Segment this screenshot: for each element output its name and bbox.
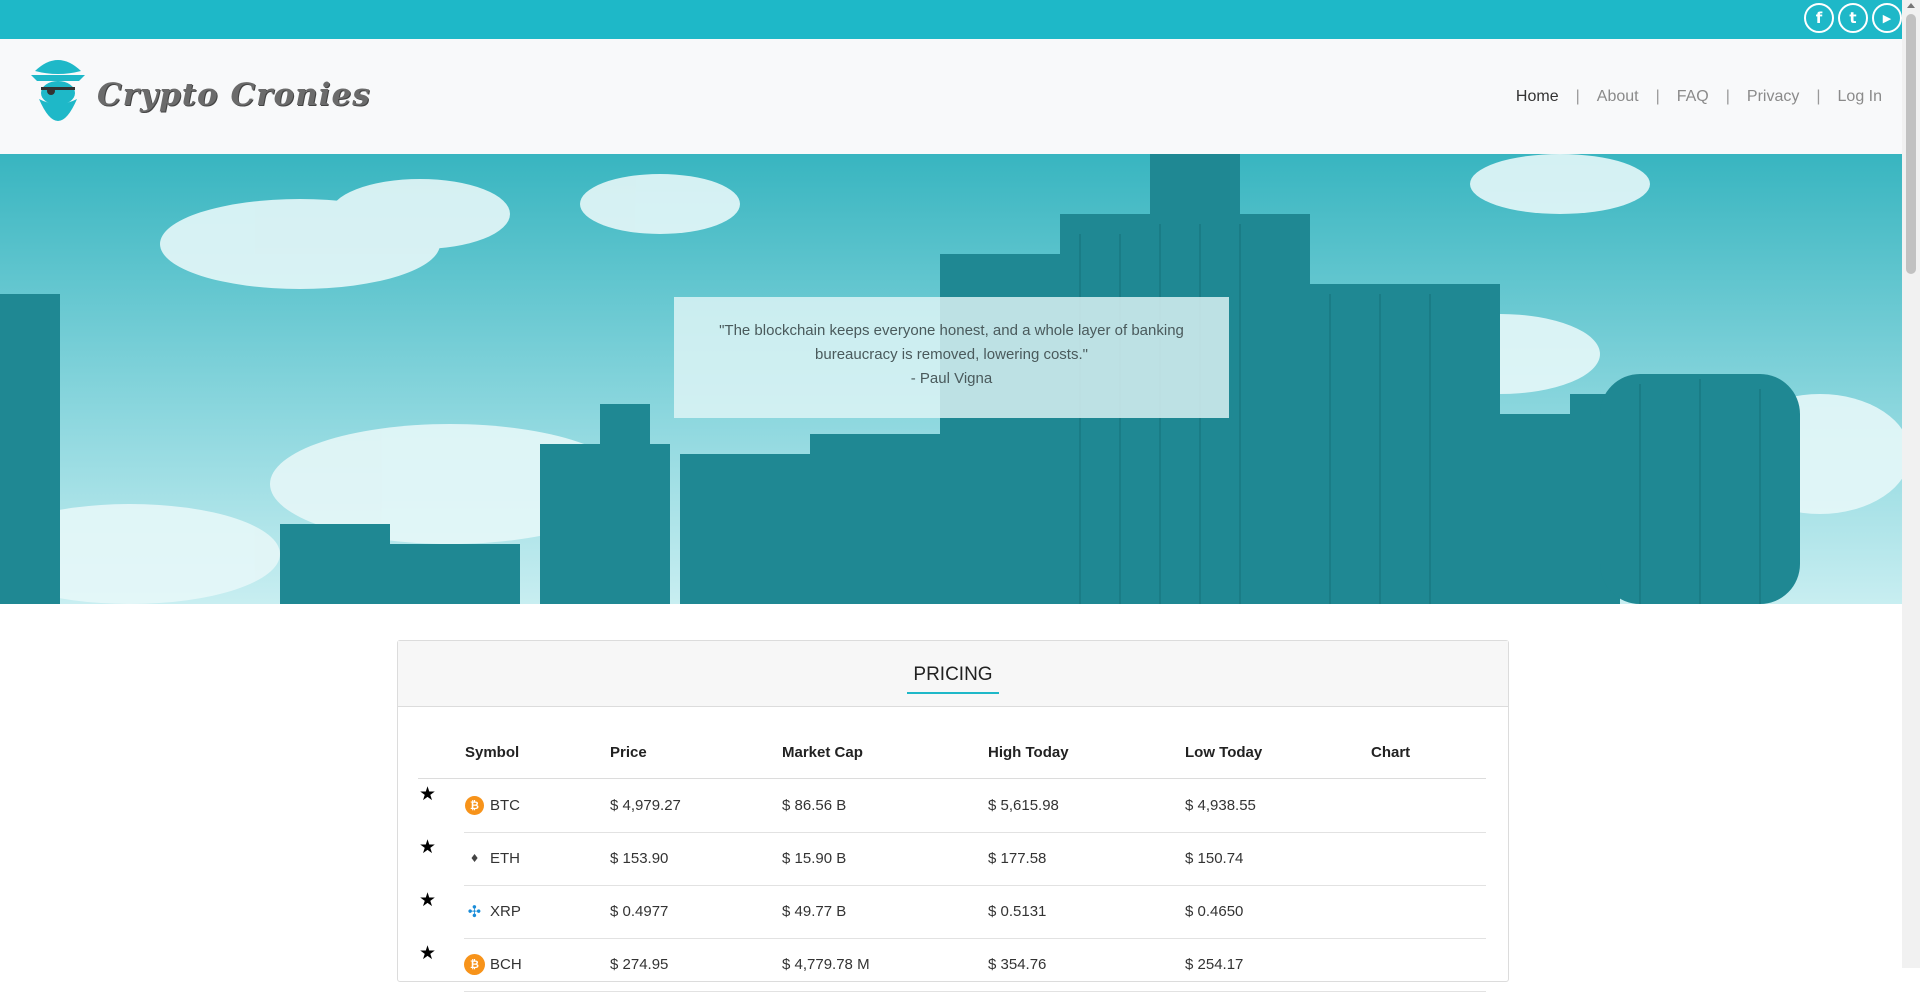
favorite-column-header bbox=[418, 726, 464, 779]
low-today-cell: $ 254.17 bbox=[1184, 938, 1370, 992]
quote-text-line1: "The blockchain keeps everyone honest, a… bbox=[719, 322, 1184, 339]
market-cap-cell: $ 15.90 B bbox=[781, 832, 987, 886]
low-today-cell: $ 150.74 bbox=[1184, 832, 1370, 886]
chart-cell bbox=[1370, 885, 1486, 939]
youtube-icon[interactable]: ▶ bbox=[1872, 3, 1902, 33]
nav-separator: | bbox=[1816, 88, 1821, 105]
quote-box: "The blockchain keeps everyone honest, a… bbox=[674, 297, 1229, 418]
column-header-chart: Chart bbox=[1370, 726, 1486, 779]
table-row[interactable]: ★ ✣ XRP $ 0.4977 $ 49.77 B $ 0.5131 $ 0.4… bbox=[418, 885, 1486, 939]
site-logo[interactable]: Crypto Cronies bbox=[29, 53, 371, 137]
table-row[interactable]: ★ ₿ BCH $ 274.95 $ 4,779.78 M $ 354.76 $ … bbox=[418, 938, 1486, 992]
high-today-cell: $ 177.58 bbox=[987, 832, 1184, 886]
site-header: Crypto Cronies Home | About | FAQ | Priv… bbox=[0, 39, 1902, 154]
favorite-star-icon[interactable]: ★ bbox=[419, 837, 436, 858]
high-today-cell: $ 5,615.98 bbox=[987, 778, 1184, 833]
nav-faq[interactable]: FAQ bbox=[1677, 88, 1709, 106]
nav-home[interactable]: Home bbox=[1516, 88, 1559, 106]
main-nav: Home | About | FAQ | Privacy | Log In bbox=[1516, 88, 1882, 106]
pricing-table: Symbol Price Market Cap High Today Low T… bbox=[418, 726, 1486, 992]
market-cap-cell: $ 86.56 B bbox=[781, 778, 987, 833]
hero-banner: "The blockchain keeps everyone honest, a… bbox=[0, 154, 1902, 604]
top-bar: f t ▶ bbox=[0, 0, 1902, 39]
bitcoin-icon: ₿ bbox=[465, 795, 484, 815]
column-header-low-today[interactable]: Low Today bbox=[1184, 726, 1370, 779]
market-cap-cell: $ 4,779.78 M bbox=[781, 938, 987, 992]
nav-separator: | bbox=[1655, 88, 1660, 105]
price-cell: $ 274.95 bbox=[609, 938, 781, 992]
twitter-icon[interactable]: t bbox=[1838, 3, 1868, 33]
brand-name: Crypto Cronies bbox=[97, 77, 371, 113]
favorite-star-icon[interactable]: ★ bbox=[419, 890, 436, 911]
coin-symbol: BCH bbox=[490, 956, 522, 973]
chart-cell bbox=[1370, 778, 1486, 833]
pricing-panel: PRICING Symbol Price Market Cap High Tod… bbox=[397, 640, 1509, 992]
low-today-cell: $ 4,938.55 bbox=[1184, 778, 1370, 833]
nav-separator: | bbox=[1725, 88, 1730, 105]
nav-privacy[interactable]: Privacy bbox=[1747, 88, 1799, 106]
price-cell: $ 4,979.27 bbox=[609, 778, 781, 833]
nav-about[interactable]: About bbox=[1597, 88, 1639, 106]
quote-text-line2: bureaucracy is removed, lowering costs." bbox=[815, 346, 1088, 363]
market-cap-cell: $ 49.77 B bbox=[781, 885, 987, 939]
price-cell: $ 153.90 bbox=[609, 832, 781, 886]
nav-separator: | bbox=[1575, 88, 1580, 105]
scroll-up-arrow-icon[interactable] bbox=[1907, 3, 1915, 8]
pirate-logo-icon bbox=[31, 60, 85, 121]
coin-symbol: XRP bbox=[490, 903, 521, 920]
ethereum-icon: ♦ bbox=[469, 852, 480, 865]
column-header-price[interactable]: Price bbox=[609, 726, 781, 779]
column-header-market-cap[interactable]: Market Cap bbox=[781, 726, 987, 779]
table-header-row: Symbol Price Market Cap High Today Low T… bbox=[418, 726, 1486, 779]
favorite-star-icon[interactable]: ★ bbox=[419, 943, 436, 964]
chart-cell bbox=[1370, 832, 1486, 886]
scroll-thumb[interactable] bbox=[1906, 14, 1916, 274]
table-row[interactable]: ★ ♦ ETH $ 153.90 $ 15.90 B $ 177.58 $ 150… bbox=[418, 832, 1486, 886]
coin-symbol: ETH bbox=[490, 850, 520, 867]
facebook-icon[interactable]: f bbox=[1804, 3, 1834, 33]
pricing-title: PRICING bbox=[907, 664, 999, 694]
page-scrollbar[interactable] bbox=[1902, 0, 1920, 968]
favorite-star-icon[interactable]: ★ bbox=[419, 784, 436, 805]
quote-author: - Paul Vigna bbox=[910, 370, 993, 387]
social-links: f t ▶ bbox=[1804, 3, 1902, 33]
high-today-cell: $ 0.5131 bbox=[987, 885, 1184, 939]
chart-cell bbox=[1370, 938, 1486, 992]
bitcoin-cash-icon: ₿ bbox=[465, 955, 484, 974]
pricing-header: PRICING bbox=[398, 641, 1508, 707]
table-row[interactable]: ★ ₿ BTC $ 4,979.27 $ 86.56 B $ 5,615.98 $… bbox=[418, 778, 1486, 833]
nav-login[interactable]: Log In bbox=[1838, 88, 1882, 106]
high-today-cell: $ 354.76 bbox=[987, 938, 1184, 992]
column-header-high-today[interactable]: High Today bbox=[987, 726, 1184, 779]
low-today-cell: $ 0.4650 bbox=[1184, 885, 1370, 939]
price-cell: $ 0.4977 bbox=[609, 885, 781, 939]
coin-symbol: BTC bbox=[490, 796, 520, 814]
ripple-icon: ✣ bbox=[467, 902, 482, 921]
column-header-symbol[interactable]: Symbol bbox=[464, 726, 609, 779]
